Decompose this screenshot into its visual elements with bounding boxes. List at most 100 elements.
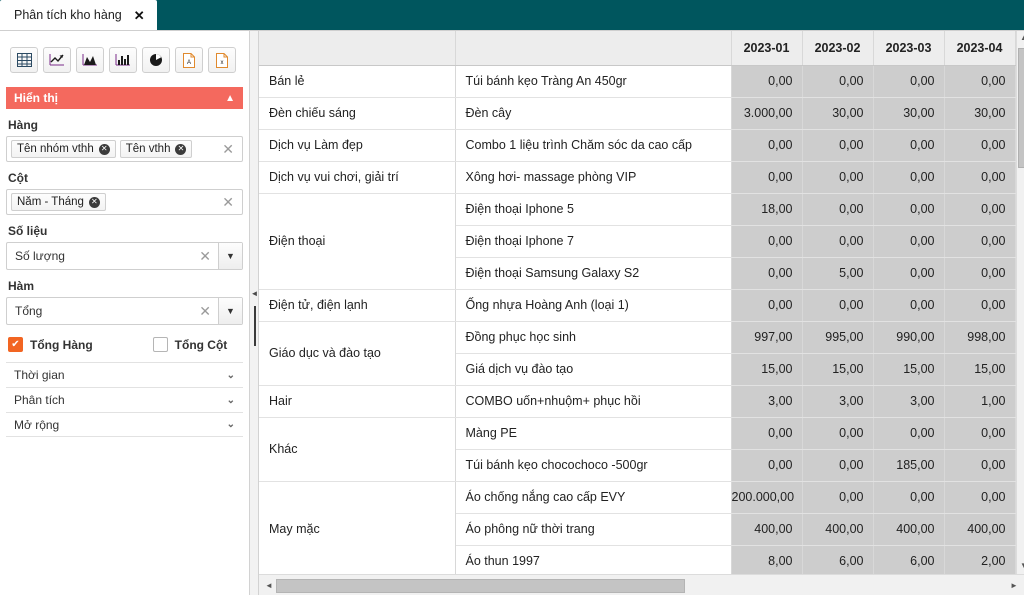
header-group-col[interactable] — [259, 31, 456, 66]
cell-value: 0,00 — [731, 289, 803, 322]
clear-measure-icon[interactable]: ✕ — [192, 248, 218, 265]
cell-value: 0,00 — [802, 65, 874, 98]
app-body: A x Hiển thị ▲ Hàng Tên nhóm vthh ✕ Tên … — [0, 30, 1024, 595]
totals-checkbox-row: Tổng Hàng Tổng Cột — [8, 337, 243, 352]
cell-value: 30,00 — [944, 97, 1016, 130]
header-2023-01[interactable]: 2023-01 — [731, 31, 803, 66]
table-row[interactable]: Dịch vụ vui chơi, giải trí Xông hơi- mass… — [259, 161, 1016, 194]
svg-text:x: x — [221, 60, 224, 66]
chip-remove-icon[interactable]: ✕ — [98, 143, 110, 155]
accordion-thoi-gian[interactable]: Thời gian ⌄ — [6, 362, 243, 387]
cell-value: 997,00 — [731, 321, 803, 354]
collapse-panel-icon[interactable]: ◄ — [250, 286, 259, 300]
chip-remove-icon[interactable]: ✕ — [88, 196, 100, 208]
pivot-grid: 2023-01 2023-02 2023-03 2023-04 Bán lẻ Tú… — [259, 31, 1024, 595]
cell-item: Xông hơi- massage phòng VIP — [455, 161, 732, 194]
chevron-down-icon: ⌄ — [226, 419, 235, 430]
header-2023-02[interactable]: 2023-02 — [802, 31, 874, 66]
horizontal-scroll-track[interactable] — [276, 578, 1007, 593]
table-row[interactable]: Điện thoại Điện thoại Iphone 5 18,00 0,00 0,… — [259, 193, 1016, 290]
cell-group: Khác — [259, 417, 456, 482]
cell-value: 0,00 — [802, 161, 874, 194]
clear-function-icon[interactable]: ✕ — [192, 303, 218, 320]
chevron-down-icon[interactable]: ▼ — [218, 243, 242, 269]
pdf-export-icon[interactable]: A — [175, 47, 203, 73]
table-row[interactable]: Giáo dục và đào tạo Đồng phục học sinh 997… — [259, 321, 1016, 386]
area-chart-icon[interactable] — [76, 47, 104, 73]
cell-value: 0,00 — [802, 481, 874, 514]
cell-value: 0,00 — [944, 289, 1016, 322]
measure-value: Số lượng — [15, 249, 65, 263]
cell-value: 0,00 — [731, 417, 803, 450]
cell-value: 400,00 — [944, 513, 1016, 546]
cell-item: Màng PE — [455, 417, 732, 450]
row-total-checkbox[interactable] — [8, 337, 23, 352]
cell-value: 0,00 — [873, 65, 945, 98]
clear-columns-icon[interactable]: ✕ — [222, 195, 238, 209]
accordion-mo-rong[interactable]: Mở rộng ⌄ — [6, 412, 243, 437]
vertical-scrollbar[interactable]: ▲ ▼ — [1015, 31, 1024, 574]
vertical-scroll-thumb[interactable] — [1018, 48, 1024, 168]
col-total-checkbox[interactable] — [152, 337, 168, 352]
section-header-hien-thi[interactable]: Hiển thị ▲ — [6, 87, 243, 109]
columns-chip-field[interactable]: Năm - Tháng ✕ ✕ — [6, 189, 243, 215]
cell-value: 15,00 — [731, 353, 803, 386]
chip-ten-nhom-vthh[interactable]: Tên nhóm vthh ✕ — [11, 140, 116, 158]
splitter-grip — [254, 306, 256, 346]
table-view-icon[interactable] — [10, 47, 38, 73]
table-row[interactable]: Đèn chiếu sáng Đèn cây 3.000,00 30,00 30,00 3… — [259, 97, 1016, 130]
table-body: Bán lẻ Túi bánh kẹo Tràng An 450gr 0,00 0,0… — [259, 65, 1016, 574]
pie-chart-icon[interactable] — [142, 47, 170, 73]
cell-value: 0,00 — [873, 129, 945, 162]
cell-value: 0,00 — [944, 129, 1016, 162]
row-total-checkbox-group[interactable]: Tổng Hàng — [8, 337, 93, 352]
chip-nam-thang[interactable]: Năm - Tháng ✕ — [11, 193, 106, 211]
horizontal-scrollbar[interactable]: ◄ ► — [259, 574, 1024, 595]
tab-phan-tich-kho-hang[interactable]: Phân tích kho hàng ✕ — [0, 0, 157, 30]
excel-export-icon[interactable]: x — [208, 47, 236, 73]
cell-item: Ống nhựa Hoàng Anh (loại 1) — [455, 289, 732, 322]
function-select[interactable]: Tổng ✕ ▼ — [6, 297, 243, 325]
function-label: Hàm — [8, 279, 35, 293]
cell-value: 0,00 — [731, 161, 803, 194]
close-icon[interactable]: ✕ — [134, 9, 145, 22]
table-row[interactable]: Bán lẻ Túi bánh kẹo Tràng An 450gr 0,00 0,0… — [259, 65, 1016, 98]
cell-value: 6,00 — [802, 545, 874, 574]
bar-chart-icon[interactable] — [109, 47, 137, 73]
measure-select[interactable]: Số lượng ✕ ▼ — [6, 242, 243, 270]
grid-viewport: 2023-01 2023-02 2023-03 2023-04 Bán lẻ Tú… — [259, 31, 1024, 574]
chevron-right-icon[interactable]: ► — [1007, 581, 1021, 590]
cell-value: 0,00 — [802, 193, 874, 226]
chevron-down-icon[interactable]: ▼ — [218, 298, 242, 324]
table-row[interactable]: Khác Màng PE 0,00 0,00 0,00 0,00 — [259, 417, 1016, 482]
chevron-down-icon[interactable]: ▼ — [1020, 561, 1024, 574]
header-item-col[interactable] — [455, 31, 732, 66]
chevron-left-icon[interactable]: ◄ — [262, 581, 276, 590]
accordion-phan-tich[interactable]: Phân tích ⌄ — [6, 387, 243, 412]
table-row[interactable]: Dịch vụ Làm đẹp Combo 1 liệu trình Chăm s… — [259, 129, 1016, 162]
header-2023-04[interactable]: 2023-04 — [944, 31, 1016, 66]
chip-remove-icon[interactable]: ✕ — [175, 143, 187, 155]
clear-rows-icon[interactable]: ✕ — [222, 142, 238, 156]
col-total-checkbox-group[interactable]: Tổng Cột — [152, 337, 227, 352]
table-row[interactable]: Hair COMBO uốn+nhuộm+ phục hồi 3,00 3,00 3,0… — [259, 385, 1016, 418]
cell-value: 995,00 — [802, 321, 874, 354]
cell-value: 0,00 — [802, 129, 874, 162]
header-2023-03[interactable]: 2023-03 — [873, 31, 945, 66]
table-row[interactable]: May mặc Áo chống nắng cao cấp EVY 200.000,… — [259, 481, 1016, 574]
cell-value: 0,00 — [731, 65, 803, 98]
rows-label: Hàng — [8, 118, 38, 132]
accordion-label: Mở rộng — [14, 417, 60, 432]
chevron-down-icon: ⌄ — [226, 369, 235, 381]
chip-ten-vthh[interactable]: Tên vthh ✕ — [119, 140, 193, 158]
line-chart-icon[interactable] — [43, 47, 71, 73]
horizontal-scroll-thumb[interactable] — [276, 578, 686, 593]
panel-splitter[interactable]: ◄ — [250, 31, 259, 595]
chevron-up-icon[interactable]: ▲ — [1020, 33, 1024, 46]
table-row[interactable]: Điện tử, điện lạnh Ống nhựa Hoàng Anh (lo… — [259, 289, 1016, 322]
cell-group: May mặc — [259, 481, 456, 574]
cell-value: 3,00 — [731, 385, 803, 418]
cell-group: Điện tử, điện lạnh — [259, 289, 456, 322]
rows-chip-field[interactable]: Tên nhóm vthh ✕ Tên vthh ✕ ✕ — [6, 136, 243, 162]
cell-value: 3,00 — [873, 385, 945, 418]
